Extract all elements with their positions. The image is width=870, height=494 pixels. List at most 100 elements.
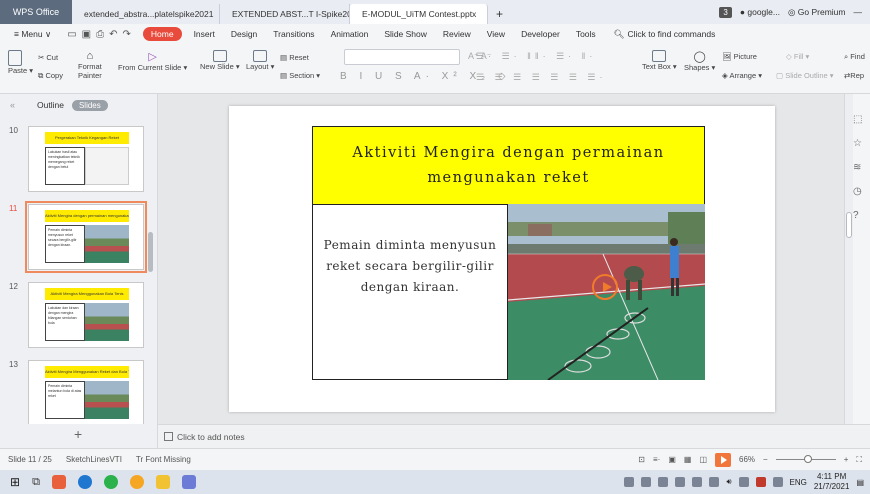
alignment-buttons[interactable]: ☰ ☰ ☰ ☰ ☰ ☰ ☰· (476, 72, 606, 83)
zoom-in-button[interactable]: + (844, 455, 849, 464)
wps-office-button[interactable]: WPS Office (0, 0, 72, 24)
tab-animation[interactable]: Animation (323, 29, 377, 39)
task-view-icon[interactable]: ⧉ (32, 476, 40, 489)
clock[interactable]: 4:11 PM 21/7/2021 (814, 472, 850, 492)
add-slide-button[interactable]: + (74, 426, 82, 442)
font-missing-button[interactable]: Tr Font Missing (136, 455, 191, 464)
slide-title[interactable]: Aktiviti Mengira dengan permainan mengun… (312, 126, 705, 205)
slide-outline-button[interactable]: ▢ Slide Outline ▾ (776, 71, 834, 80)
print-icon[interactable]: ⎙ (96, 29, 104, 40)
doc-tab-3[interactable]: E-MODUL_UiTM Contest.pptx (350, 4, 488, 24)
slide-thumbnail-12[interactable]: 12 Aktiviti Mengira Menggunakan Bola Ten… (0, 282, 150, 350)
command-search[interactable]: 🔍︎ Click to find commands (604, 29, 726, 40)
tray-icon[interactable] (692, 477, 703, 487)
tray-icon[interactable] (675, 477, 686, 487)
tray-icon[interactable] (624, 477, 635, 487)
notes-toggle-icon[interactable]: ≡· (653, 455, 660, 464)
tray-icon[interactable] (658, 477, 669, 487)
replace-button[interactable]: ⇄Rep (844, 71, 864, 80)
animation-icon[interactable]: ☆ (853, 138, 862, 149)
slide-thumbnail-13[interactable]: 13 Aktiviti Mengira Menggunakan Reket da… (0, 360, 150, 428)
go-premium-button[interactable]: ◎ Go Premium (788, 7, 846, 18)
whatsapp-taskbar-icon[interactable] (103, 475, 118, 489)
volume-icon[interactable]: 🔊︎ (726, 477, 731, 487)
app-taskbar-icon[interactable] (181, 475, 196, 489)
scrollbar-thumb[interactable] (846, 212, 852, 238)
cut-button[interactable]: ✂ Cut (38, 53, 58, 62)
reset-button[interactable]: ▤ Reset (280, 53, 309, 62)
slide-photo[interactable] (508, 204, 705, 380)
doc-tab-1[interactable]: extended_abstra...platelspike2021 × (72, 4, 220, 24)
tray-icon[interactable] (641, 477, 652, 487)
from-current-slide-button[interactable]: ▷ From Current Slide ▾ (118, 50, 187, 72)
panel-scrollbar[interactable] (148, 232, 153, 272)
tray-icon[interactable] (709, 477, 720, 487)
zoom-slider[interactable] (775, 455, 836, 463)
play-media-icon[interactable] (592, 274, 618, 300)
fill-button[interactable]: ◇ Fill ▾ (786, 52, 809, 61)
redo-icon[interactable]: ↷ (122, 29, 130, 40)
minimize-button[interactable]: — (854, 7, 863, 17)
tab-slides[interactable]: Slides (71, 99, 108, 111)
comment-icon[interactable]: ⊡ (638, 455, 645, 464)
tab-review[interactable]: Review (435, 29, 479, 39)
section-button[interactable]: ▤ Section ▾ (280, 71, 320, 80)
tab-developer[interactable]: Developer (513, 29, 568, 39)
wps-taskbar-icon[interactable] (51, 475, 66, 489)
layout-button[interactable]: Layout ▾ (246, 50, 274, 71)
zoom-slider-knob[interactable] (803, 455, 812, 463)
reading-view-icon[interactable]: ◫ (699, 455, 707, 464)
new-slide-button[interactable]: New Slide ▾ (200, 50, 240, 71)
tab-slide-show[interactable]: Slide Show (376, 29, 435, 39)
slide-body-text[interactable]: Pemain diminta menyusun reket secara ber… (312, 204, 508, 380)
canvas-scrollbar[interactable] (845, 94, 853, 424)
windows-start-icon[interactable]: ⊞ (10, 475, 20, 489)
undo-icon[interactable]: ↶ (109, 29, 117, 40)
language-indicator[interactable]: ENG (790, 478, 807, 487)
tab-outline[interactable]: Outline (37, 100, 64, 110)
font-name-select[interactable] (344, 49, 460, 65)
new-tab-button[interactable]: + (488, 4, 511, 24)
save-icon[interactable]: ▣ (82, 29, 91, 40)
sorter-view-icon[interactable]: ▦ (684, 455, 692, 464)
paste-button[interactable]: Paste ▾ (8, 50, 33, 75)
tray-icon[interactable] (755, 477, 766, 487)
normal-view-icon[interactable]: ▣ (668, 455, 676, 464)
file-explorer-taskbar-icon[interactable] (155, 475, 170, 489)
help-icon[interactable]: ? (853, 210, 859, 221)
tab-transitions[interactable]: Transitions (265, 29, 322, 39)
current-slide[interactable]: Aktiviti Mengira dengan permainan mengun… (229, 106, 775, 412)
tab-tools[interactable]: Tools (568, 29, 604, 39)
doc-tab-2[interactable]: EXTENDED ABST...T I-Spike2021 (220, 4, 350, 24)
properties-icon[interactable]: ⬚ (853, 114, 862, 125)
tab-view[interactable]: View (479, 29, 513, 39)
arrange-button[interactable]: ◈ Arrange ▾ (722, 71, 762, 80)
slide-thumbnail-11[interactable]: 11 Aktiviti Mengira dengan permainan men… (0, 201, 150, 273)
picture-button[interactable]: 🖼︎ Picture (722, 52, 757, 61)
shapes-button[interactable]: ◯ Shapes ▾ (684, 50, 715, 72)
window-count-badge[interactable]: 3 (719, 6, 732, 18)
main-menu-button[interactable]: ≡ Menu ∨ (6, 29, 59, 40)
history-icon[interactable]: ◷ (853, 186, 862, 197)
fit-window-icon[interactable]: ⛶ (856, 455, 862, 465)
account-menu[interactable]: ● google... (740, 7, 780, 17)
collapse-panel-icon[interactable]: « (10, 100, 15, 110)
notes-pane[interactable]: Click to add notes (158, 424, 870, 448)
copy-button[interactable]: ⧉ Copy (38, 71, 63, 81)
slideshow-play-button[interactable] (715, 452, 732, 467)
text-box-button[interactable]: Text Box ▾ (642, 50, 677, 71)
format-painter-button[interactable]: ⌂ Format Painter (78, 50, 102, 80)
tray-icon[interactable] (772, 477, 783, 487)
transition-icon[interactable]: ≋ (853, 162, 861, 173)
tab-design[interactable]: Design (223, 29, 265, 39)
tab-home[interactable]: Home (142, 27, 182, 41)
open-icon[interactable]: ▭ (67, 29, 76, 40)
edge-taskbar-icon[interactable] (77, 475, 92, 489)
tab-insert[interactable]: Insert (186, 29, 223, 39)
list-buttons[interactable]: ☰· ☰· ‖‖· ☰· ‖· (476, 51, 596, 62)
zoom-level[interactable]: 66% (739, 455, 755, 464)
notifications-icon[interactable]: ▤ (856, 478, 864, 487)
slide-thumbnail-10[interactable]: 10 Pergerakan Teknik Kegangan Reket Laku… (0, 126, 150, 194)
chrome-taskbar-icon[interactable] (129, 475, 144, 489)
tray-icon[interactable] (738, 477, 749, 487)
